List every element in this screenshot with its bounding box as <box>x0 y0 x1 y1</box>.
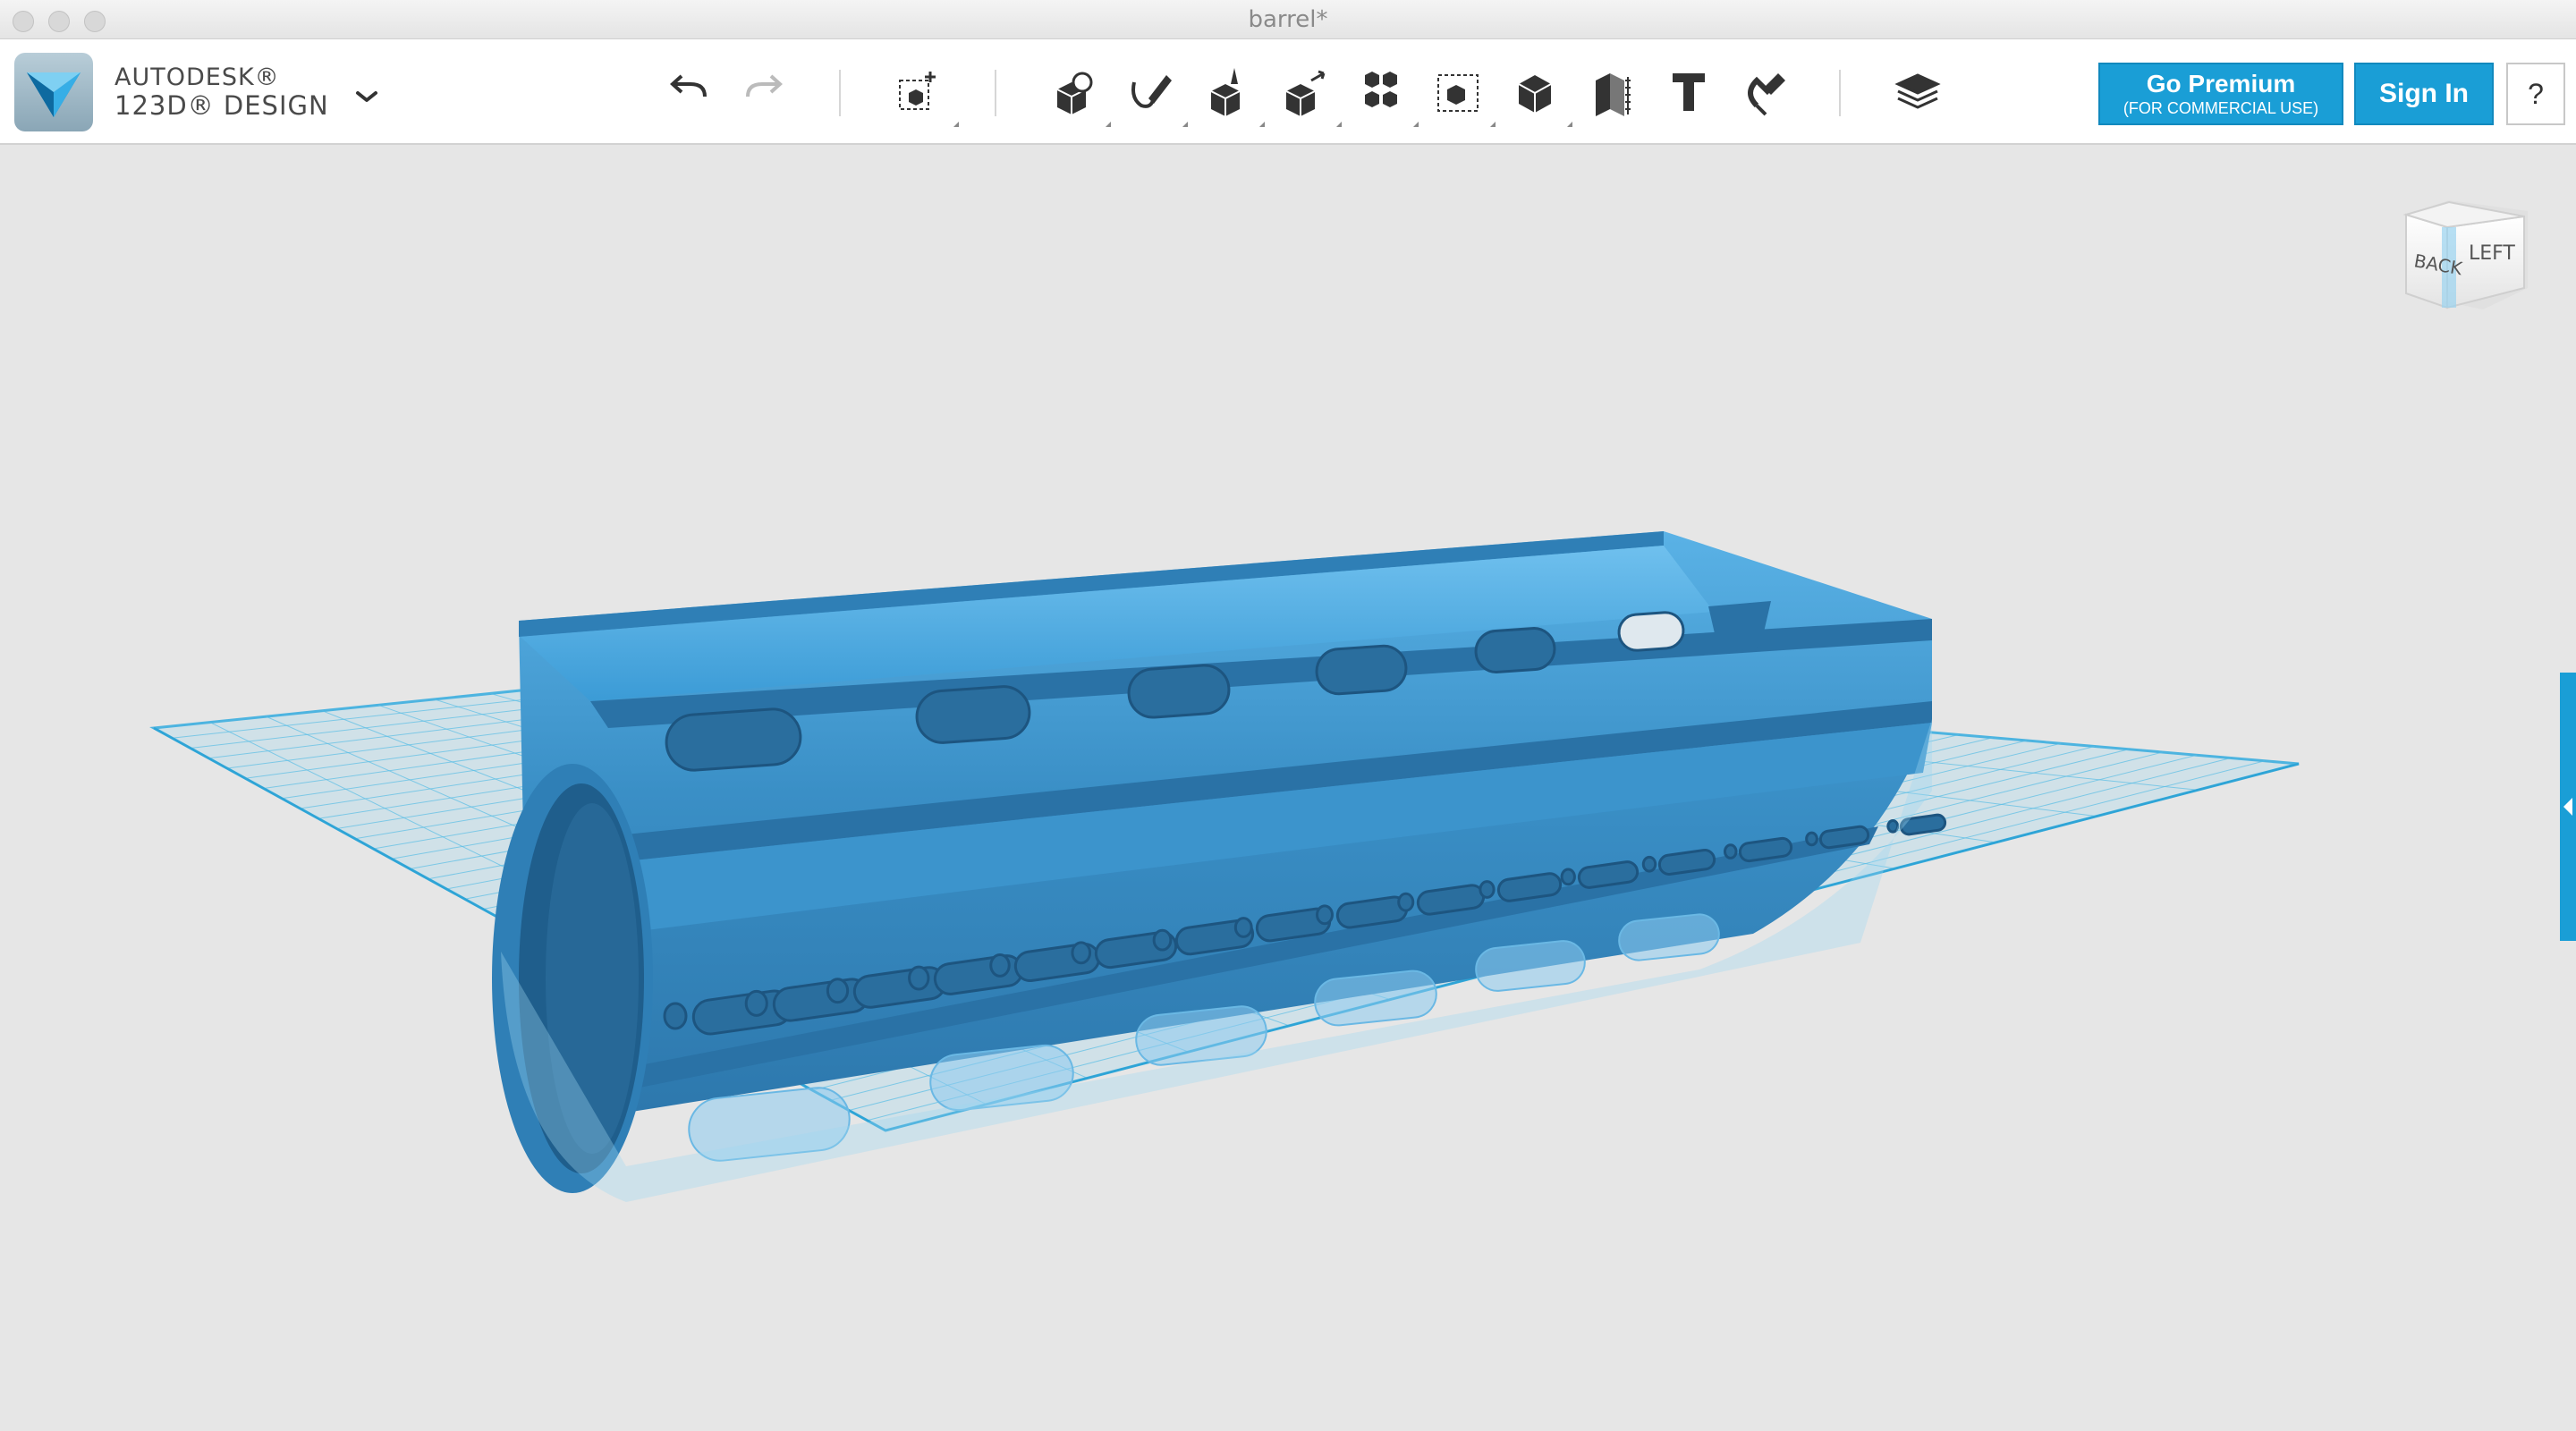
side-hole <box>908 965 930 991</box>
main-toolbar: AUTODESK® 123D® DESIGN Go Premium (FOR C… <box>0 39 2576 145</box>
side-hole <box>1152 928 1173 952</box>
side-hole <box>1071 941 1092 965</box>
side-hole <box>989 953 1011 978</box>
barrel-model[interactable] <box>492 531 1947 1202</box>
design-viewport[interactable]: BACK LEFT <box>0 147 2576 1431</box>
side-hole <box>1723 843 1738 859</box>
side-hole <box>1397 892 1415 912</box>
tool-submenu-markers <box>953 122 1572 127</box>
premium-line1: Go Premium <box>2146 70 2296 97</box>
toolbar-separator <box>1839 70 1841 116</box>
navigation-panel-tab[interactable] <box>2560 673 2576 941</box>
sign-in-button[interactable]: Sign In <box>2354 63 2494 125</box>
materials-icon[interactable] <box>1889 63 1946 120</box>
side-hole <box>1805 831 1818 847</box>
view-cube-left-label: LEFT <box>2469 242 2515 265</box>
side-hole <box>1560 868 1576 886</box>
side-hole <box>1316 904 1334 926</box>
side-hole <box>1641 855 1657 873</box>
side-hole <box>1479 880 1496 899</box>
scene-canvas[interactable] <box>0 147 2576 1431</box>
premium-line2: (FOR COMMERCIAL USE) <box>2123 99 2319 117</box>
side-hole <box>1233 917 1253 938</box>
view-cube[interactable]: BACK LEFT <box>2397 195 2531 320</box>
side-hole <box>663 1002 688 1030</box>
side-hole <box>744 989 768 1017</box>
window-title: barrel* <box>1248 6 1328 33</box>
side-hole <box>1886 819 1900 834</box>
window-titlebar: barrel* <box>0 0 2576 39</box>
go-premium-button[interactable]: Go Premium (FOR COMMERCIAL USE) <box>2098 63 2343 125</box>
side-hole <box>826 978 850 1004</box>
help-button[interactable]: ? <box>2506 63 2565 125</box>
